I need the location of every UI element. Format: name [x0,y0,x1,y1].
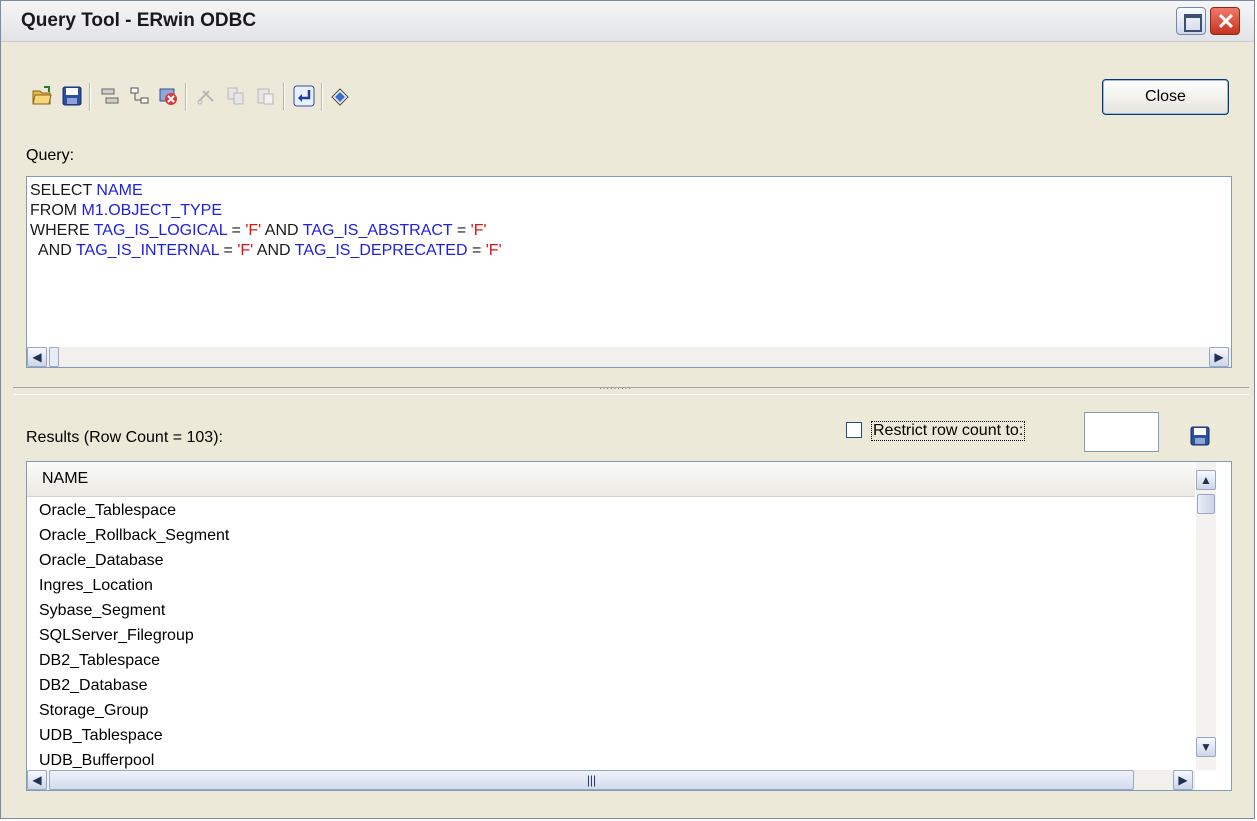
paste-icon [257,88,274,105]
save-icon [1190,426,1210,446]
scroll-right-button[interactable]: ▶ [1173,770,1193,790]
save-icon [62,86,82,106]
connect-button[interactable] [97,81,123,111]
paste-button[interactable] [253,81,279,111]
row-count-input[interactable] [1084,412,1159,452]
query-token: AND [261,222,303,239]
toolbar-separator [89,83,91,111]
table-row[interactable]: SQLServer_Filegroup [39,623,194,648]
save-button[interactable] [59,81,85,111]
query-tool-window: Query Tool - ERwin ODBC ✕ Close Query: S… [0,0,1255,819]
connect-icon [101,88,119,104]
query-token: TAG_IS_INTERNAL [75,242,220,259]
query-horizontal-scrollbar[interactable]: ◀ ▶ [27,347,1231,367]
query-token: = [452,222,471,239]
query-token: WHERE [30,222,94,239]
column-header-label: NAME [42,470,89,487]
cut-icon [197,90,214,105]
title-bar[interactable]: Query Tool - ERwin ODBC ✕ [1,1,1254,42]
query-token: = [227,222,246,239]
save-results-button[interactable] [1189,425,1211,452]
restrict-row-count-checkbox[interactable] [846,422,862,438]
maximize-icon [1184,14,1202,32]
schema-button[interactable] [127,81,153,111]
query-token: TAG_IS_ABSTRACT [302,222,453,239]
query-token: TAG_IS_LOGICAL [93,222,228,239]
scroll-up-button[interactable]: ▲ [1196,470,1216,490]
execute-icon [293,85,315,107]
query-token: 'F' [237,242,254,259]
table-row[interactable]: DB2_Tablespace [39,648,160,673]
toolbar-separator [321,83,323,111]
window-title: Query Tool - ERwin ODBC [21,10,257,31]
query-label: Query: [26,147,75,164]
query-token: 'F' [470,222,487,239]
disconnect-icon [159,88,177,105]
horizontal-scroll-thumb[interactable]: ||| [49,770,1134,790]
open-icon [32,86,52,105]
close-icon: ✕ [1216,9,1236,34]
disconnect-button[interactable] [155,81,181,111]
window-close-button[interactable]: ✕ [1210,7,1240,35]
query-token: AND [253,242,295,259]
table-row[interactable]: Ingres_Location [39,573,153,598]
scroll-thumb[interactable] [49,347,59,367]
query-line: AND TAG_IS_INTERNAL = 'F' AND TAG_IS_DEP… [30,241,502,261]
query-line: FROM M1.OBJECT_TYPE [30,201,222,221]
query-token: SELECT [30,182,97,199]
table-row[interactable]: Oracle_Rollback_Segment [39,523,229,548]
query-token: NAME [96,182,143,199]
query-token: = [467,242,486,259]
vertical-scroll-thumb[interactable] [1197,494,1215,514]
scroll-right-button[interactable]: ▶ [1209,347,1229,367]
results-vertical-scrollbar[interactable]: ▲ ▼ [1196,462,1216,770]
column-header-name[interactable]: NAME [27,462,1195,497]
query-token: 'F' [245,222,262,239]
results-grid[interactable]: NAME Oracle_Tablespace Oracle_Rollback_Se… [26,461,1232,791]
copy-icon [227,87,244,105]
table-row[interactable]: Oracle_Tablespace [39,498,176,523]
execute-button[interactable] [291,81,317,111]
restrict-row-count-label[interactable]: Restrict row count to: [871,421,1026,441]
clear-button[interactable] [327,81,353,111]
splitter-grip[interactable]: ········· [599,385,659,393]
query-editor[interactable]: SELECT NAME FROM M1.OBJECT_TYPE WHERE TAG_… [26,176,1232,368]
query-token: AND [30,242,76,259]
results-horizontal-scrollbar[interactable]: ◀ ||| ▶ [27,770,1195,790]
table-row[interactable]: Sybase_Segment [39,598,165,623]
query-line: WHERE TAG_IS_LOGICAL = 'F' AND TAG_IS_AB… [30,221,487,241]
table-row[interactable]: Oracle_Database [39,548,164,573]
query-token: = [219,242,238,259]
scroll-left-button[interactable]: ◀ [27,770,47,790]
toolbar-separator [185,83,187,111]
query-token: FROM [30,202,82,219]
scroll-down-button[interactable]: ▼ [1196,737,1216,757]
cut-button[interactable] [193,81,219,111]
query-token: TAG_IS_DEPRECATED [294,242,468,259]
query-token: M1.OBJECT_TYPE [81,202,223,219]
open-button[interactable] [29,81,55,111]
schema-icon [130,87,149,104]
clear-icon [331,88,349,106]
close-button[interactable]: Close [1102,79,1229,115]
query-token: 'F' [485,242,502,259]
results-label: Results (Row Count = 103): [26,429,223,446]
scroll-left-button[interactable]: ◀ [27,347,47,367]
table-row[interactable]: UDB_Tablespace [39,723,163,748]
copy-button[interactable] [223,81,249,111]
query-line: SELECT NAME [30,181,143,201]
toolbar-separator [283,83,285,111]
maximize-button[interactable] [1176,7,1206,35]
table-row[interactable]: DB2_Database [39,673,148,698]
table-row[interactable]: Storage_Group [39,698,148,723]
